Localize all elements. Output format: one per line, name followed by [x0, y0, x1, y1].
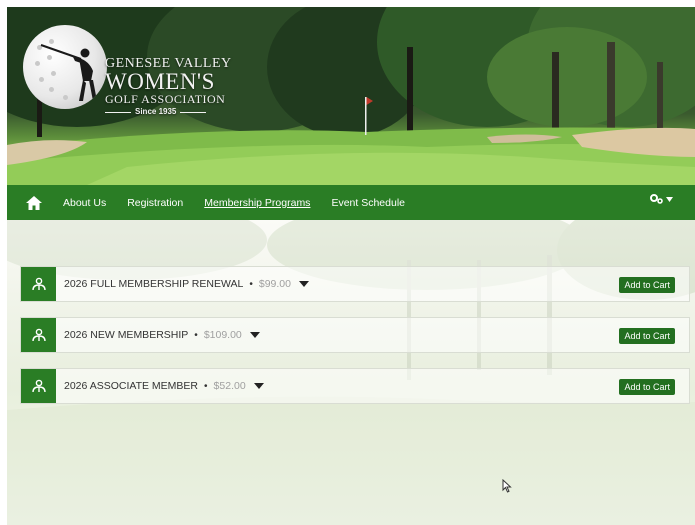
- membership-title: 2026 NEW MEMBERSHIP: [64, 329, 189, 341]
- membership-icon-box: [21, 369, 56, 403]
- separator-dot: •: [194, 329, 198, 341]
- user-network-icon: [31, 277, 46, 291]
- membership-list-area: 2026 FULL MEMBERSHIP RENEWAL • $99.00 Ad…: [7, 220, 695, 525]
- logo-since-text: Since 1935: [135, 107, 177, 116]
- add-to-cart-button[interactable]: Add to Cart: [619, 277, 675, 293]
- golfer-silhouette-icon: [40, 44, 97, 101]
- add-to-cart-button[interactable]: Add to Cart: [619, 379, 675, 395]
- association-logo-text: GENESEE VALLEY WOMEN'S GOLF ASSOCIATION …: [105, 57, 232, 117]
- logo-line-2: WOMEN'S: [105, 69, 215, 94]
- logo-since: Since 1935: [105, 107, 232, 117]
- membership-item: 2026 FULL MEMBERSHIP RENEWAL • $99.00 Ad…: [20, 266, 690, 302]
- user-network-icon: [31, 379, 46, 393]
- nav-membership-programs[interactable]: Membership Programs: [204, 197, 310, 209]
- header-banner: GENESEE VALLEY WOMEN'S GOLF ASSOCIATION …: [7, 7, 695, 185]
- gears-icon: [650, 194, 663, 204]
- membership-price: $52.00: [213, 380, 246, 392]
- membership-item: 2026 NEW MEMBERSHIP • $109.00 Add to Car…: [20, 317, 690, 353]
- nav-about-us[interactable]: About Us: [63, 197, 106, 209]
- membership-price: $99.00: [258, 278, 291, 290]
- membership-item: 2026 ASSOCIATE MEMBER • $52.00 Add to Ca…: [20, 368, 690, 404]
- mouse-cursor-icon: [502, 479, 512, 493]
- membership-title: 2026 FULL MEMBERSHIP RENEWAL: [64, 278, 244, 290]
- chevron-down-icon: [666, 196, 673, 202]
- page-frame: GENESEE VALLEY WOMEN'S GOLF ASSOCIATION …: [7, 7, 695, 525]
- membership-title: 2026 ASSOCIATE MEMBER: [64, 380, 199, 392]
- nav-event-schedule[interactable]: Event Schedule: [331, 197, 405, 209]
- logo-line-3: GOLF ASSOCIATION: [105, 92, 226, 106]
- home-icon[interactable]: [25, 194, 43, 212]
- main-nav: About Us Registration Membership Program…: [7, 185, 695, 220]
- user-network-icon: [31, 328, 46, 342]
- nav-registration[interactable]: Registration: [127, 197, 183, 209]
- membership-icon-box: [21, 318, 56, 352]
- caret-down-icon[interactable]: [249, 332, 260, 338]
- separator-dot: •: [249, 278, 253, 290]
- add-to-cart-button[interactable]: Add to Cart: [619, 328, 675, 344]
- membership-price: $109.00: [203, 329, 242, 341]
- caret-down-icon[interactable]: [253, 383, 264, 389]
- separator-dot: •: [204, 380, 208, 392]
- settings-menu[interactable]: [650, 194, 673, 204]
- golf-ball-logo[interactable]: [23, 25, 107, 109]
- membership-icon-box: [21, 267, 56, 301]
- caret-down-icon[interactable]: [298, 281, 309, 287]
